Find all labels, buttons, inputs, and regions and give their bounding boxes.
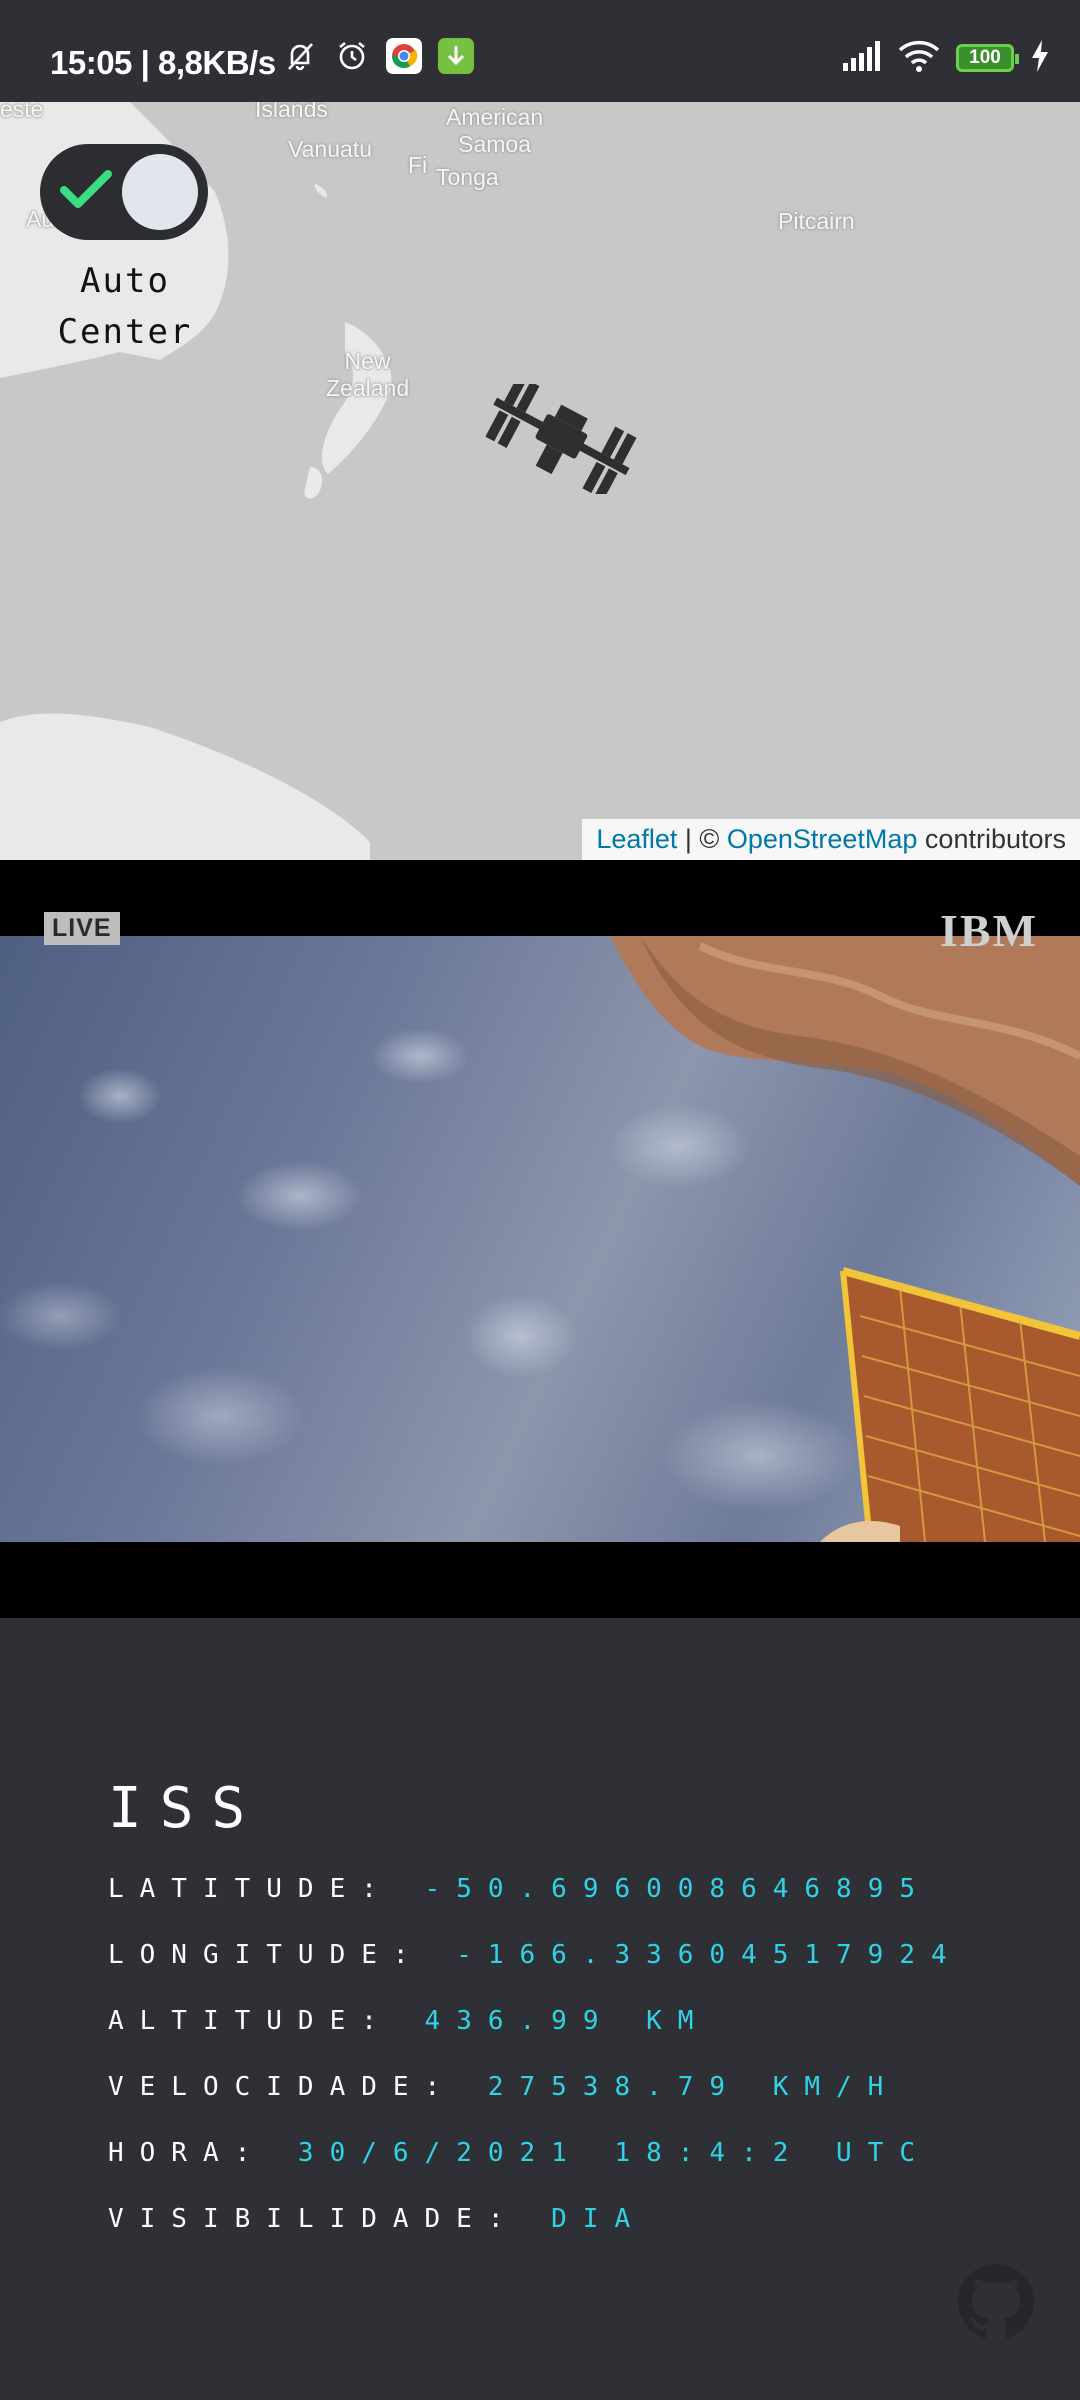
velocity-value: 27538.79 KM/H xyxy=(487,2072,900,2102)
iss-marker-icon[interactable] xyxy=(475,374,645,500)
altitude-value: 436.99 KM xyxy=(424,2006,710,2036)
visibility-row: VISIBILIDADE: DIA xyxy=(108,2204,647,2234)
iss-hardware-graphic xyxy=(610,936,1080,1542)
latitude-row: LATITUDE: -50.696008646895 xyxy=(108,1874,931,1904)
velocity-row: VELOCIDADE: 27538.79 KM/H xyxy=(108,2072,900,2102)
wifi-icon xyxy=(898,40,940,76)
map-label-vanuatu: Vanuatu xyxy=(288,136,372,162)
alarm-icon xyxy=(334,38,370,74)
download-icon xyxy=(438,38,474,74)
status-time: 15:05 | 8,8KB/s xyxy=(50,44,276,81)
bell-off-icon xyxy=(282,38,318,74)
iss-title: ISS xyxy=(108,1776,264,1841)
map-label-american-samoa: American Samoa xyxy=(446,104,544,157)
chrome-icon xyxy=(386,38,422,74)
time-row: HORA: 30/6/2021 18:4:2 UTC xyxy=(108,2138,931,2168)
visibility-value: DIA xyxy=(551,2204,647,2234)
map-label-pitcairn: Pitcairn xyxy=(778,208,855,234)
check-icon xyxy=(60,170,112,208)
ibm-logo: IBM xyxy=(940,905,1038,956)
auto-center-toggle[interactable] xyxy=(40,144,208,240)
signal-icon xyxy=(842,41,882,75)
battery-icon: 100 xyxy=(956,44,1019,72)
openstreetmap-link[interactable]: OpenStreetMap xyxy=(727,824,918,854)
map-view[interactable]: este Islands Vanuatu Fi American Samoa To… xyxy=(0,102,1080,860)
toggle-knob xyxy=(122,154,198,230)
latitude-value: -50.696008646895 xyxy=(424,1874,931,1904)
earth-video-frame xyxy=(0,936,1080,1542)
time-value: 30/6/2021 18:4:2 UTC xyxy=(297,2138,931,2168)
leaflet-link[interactable]: Leaflet xyxy=(596,824,677,854)
charging-icon xyxy=(1030,40,1050,76)
auto-center-label: Auto Center xyxy=(57,261,193,352)
auto-center-control: Auto Center xyxy=(40,144,210,358)
iss-info-panel: ISS LATITUDE: -50.696008646895 LONGITUDE… xyxy=(0,1618,1080,2400)
altitude-row: ALTITUDE: 436.99 KM xyxy=(108,2006,710,2036)
live-video-player[interactable]: LIVE IBM xyxy=(0,860,1080,1618)
longitude-value: -166.33604517924 xyxy=(456,1940,963,1970)
map-label-tonga: Tonga xyxy=(436,164,499,190)
map-label-islands: Islands xyxy=(255,102,328,122)
map-label-fiji: Fi xyxy=(408,152,428,178)
github-icon[interactable] xyxy=(958,2264,1034,2344)
status-bar: 15:05 | 8,8KB/s 100 xyxy=(0,0,1080,102)
map-attribution: Leaflet | © OpenStreetMap contributors xyxy=(582,819,1080,860)
live-badge: LIVE xyxy=(44,912,120,945)
map-label-cut: este xyxy=(0,102,44,122)
battery-level: 100 xyxy=(969,47,1001,68)
map-label-new-zealand: New Zealand xyxy=(326,348,410,401)
longitude-row: LONGITUDE: -166.33604517924 xyxy=(108,1940,963,1970)
